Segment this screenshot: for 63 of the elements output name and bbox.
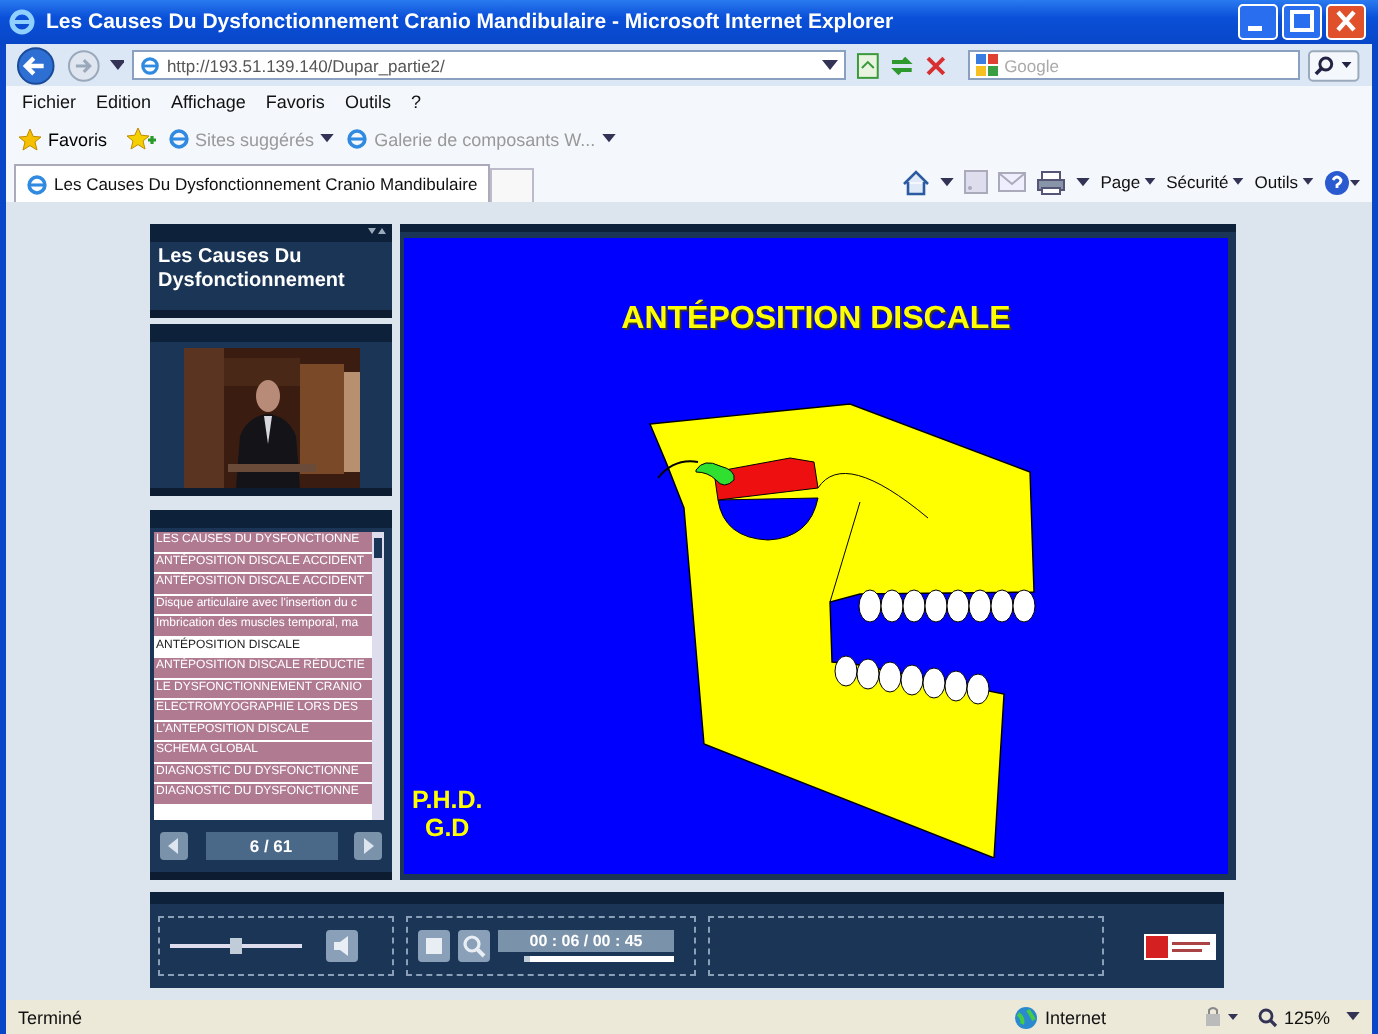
add-favorite-icon[interactable] — [123, 126, 156, 152]
author-initials: G.D — [424, 814, 470, 842]
caret-icon[interactable] — [1346, 1012, 1360, 1022]
address-field[interactable]: http://193.51.139.140/Dupar_partie2/ — [132, 50, 846, 80]
caret-icon[interactable] — [1232, 178, 1245, 186]
search-field[interactable]: Google — [1004, 55, 1285, 75]
menu-item[interactable]: Outils — [344, 91, 391, 111]
stop-icon[interactable] — [924, 53, 949, 77]
zoom-icon[interactable] — [1257, 1007, 1278, 1027]
help-icon[interactable] — [1324, 169, 1360, 195]
scrollbar[interactable] — [372, 532, 384, 820]
globe-icon — [1014, 1005, 1039, 1029]
status-text: Terminé — [18, 1007, 83, 1027]
menu-item[interactable]: Affichage — [171, 91, 246, 111]
minimize-button[interactable] — [1238, 4, 1278, 40]
close-button[interactable] — [1326, 4, 1366, 40]
menu-item[interactable]: Favoris — [265, 91, 325, 111]
logo-icon — [1144, 933, 1216, 959]
browser-tab[interactable]: Les Causes Du Dysfonctionnement Cranio Mandibulaire — [14, 164, 490, 202]
protected-mode-icon[interactable] — [1201, 1006, 1242, 1028]
security-zone: Internet — [1044, 1007, 1106, 1027]
caret-icon[interactable] — [1302, 178, 1314, 186]
caret-icon[interactable] — [821, 59, 838, 71]
page-icon — [26, 173, 48, 195]
course-title: Les Causes Du Dysfonctionnement — [156, 244, 347, 296]
printer-icon[interactable] — [1036, 169, 1067, 195]
slide-title: ANTÉPOSITION DISCALE — [619, 302, 1013, 338]
collapse-icon[interactable] — [368, 228, 386, 238]
caret-icon[interactable] — [940, 177, 955, 187]
caret-icon[interactable] — [1076, 177, 1091, 187]
favorites-button[interactable]: Favoris — [14, 127, 112, 151]
next-button[interactable] — [354, 832, 382, 860]
zoom-level[interactable]: 125% — [1283, 1007, 1330, 1027]
toolbar-menu[interactable]: Sécurité — [1166, 172, 1229, 192]
page-icon — [167, 128, 190, 150]
refresh-icon[interactable] — [888, 51, 917, 79]
page-icon — [140, 55, 161, 75]
compatibility-icon[interactable] — [853, 51, 881, 79]
progress-slider[interactable] — [498, 956, 674, 962]
search-provider-icon — [976, 54, 999, 76]
menu-item[interactable]: Fichier — [22, 91, 77, 111]
search-button[interactable] — [1308, 49, 1360, 81]
search-box[interactable]: Google — [968, 50, 1301, 80]
maximize-button[interactable] — [1282, 4, 1322, 40]
tab-label: Les Causes Du Dysfonctionnement Cranio Mandibulaire — [54, 174, 478, 194]
window-title: Les Causes Du Dysfonctionnement Cranio Mandibulaire - Microsoft Internet Explorer — [46, 10, 894, 34]
browser-logo-icon — [8, 8, 36, 36]
home-icon[interactable] — [902, 169, 931, 195]
caret-icon[interactable] — [109, 59, 125, 71]
caret-icon[interactable] — [1144, 178, 1157, 186]
caret-icon[interactable] — [601, 134, 616, 144]
toolbar-menu[interactable]: Outils — [1254, 172, 1298, 192]
time-display: 00 : 06 / 00 : 45 — [498, 930, 674, 952]
menu-item[interactable]: ? — [410, 91, 421, 111]
menu-item[interactable]: Edition — [96, 91, 152, 111]
back-button[interactable] — [14, 45, 58, 85]
caret-icon[interactable] — [320, 134, 335, 144]
page-counter: 6 / 61 — [205, 832, 337, 860]
previous-button[interactable] — [160, 832, 188, 860]
star-icon — [18, 127, 42, 151]
page-icon — [346, 128, 369, 150]
toolbar-menu[interactable]: Page — [1100, 172, 1141, 192]
author-initials: P.H.D. — [412, 786, 483, 814]
